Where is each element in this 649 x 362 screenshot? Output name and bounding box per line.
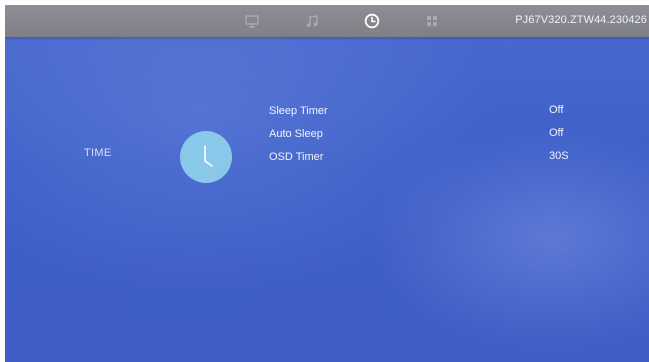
section-title: TIME: [84, 147, 112, 159]
tab-sound[interactable]: [301, 10, 323, 32]
time-settings-menu: Sleep Timer Off Auto Sleep Off OSD Timer…: [269, 104, 589, 173]
menu-item-value: Off: [549, 127, 564, 139]
menu-item-label: Auto Sleep: [269, 128, 323, 140]
clock-hands-icon: [204, 145, 213, 167]
menu-row-osd-timer[interactable]: OSD Timer 30S: [269, 150, 589, 173]
menu-item-label: OSD Timer: [269, 151, 324, 163]
tab-picture[interactable]: [241, 10, 263, 32]
clock-icon: [364, 13, 380, 29]
tab-apps[interactable]: [421, 10, 443, 32]
firmware-version: PJ67V320.ZTW44.230426: [515, 14, 647, 26]
menu-item-label: Sleep Timer: [269, 105, 328, 117]
music-note-icon: [306, 14, 318, 27]
section-clock-badge: [180, 131, 232, 183]
top-menu-bar: PJ67V320.ZTW44.230426: [5, 5, 649, 37]
tab-time[interactable]: [361, 10, 383, 32]
menu-item-value: Off: [549, 104, 564, 116]
menu-row-auto-sleep[interactable]: Auto Sleep Off: [269, 127, 589, 150]
menu-item-value: 30S: [549, 150, 569, 162]
tv-osd-screen: PJ67V320.ZTW44.230426 TIME Sleep Timer O…: [5, 5, 649, 362]
menu-row-sleep-timer[interactable]: Sleep Timer Off: [269, 104, 589, 127]
picture-icon: [245, 14, 259, 28]
apps-grid-icon: [427, 16, 437, 26]
